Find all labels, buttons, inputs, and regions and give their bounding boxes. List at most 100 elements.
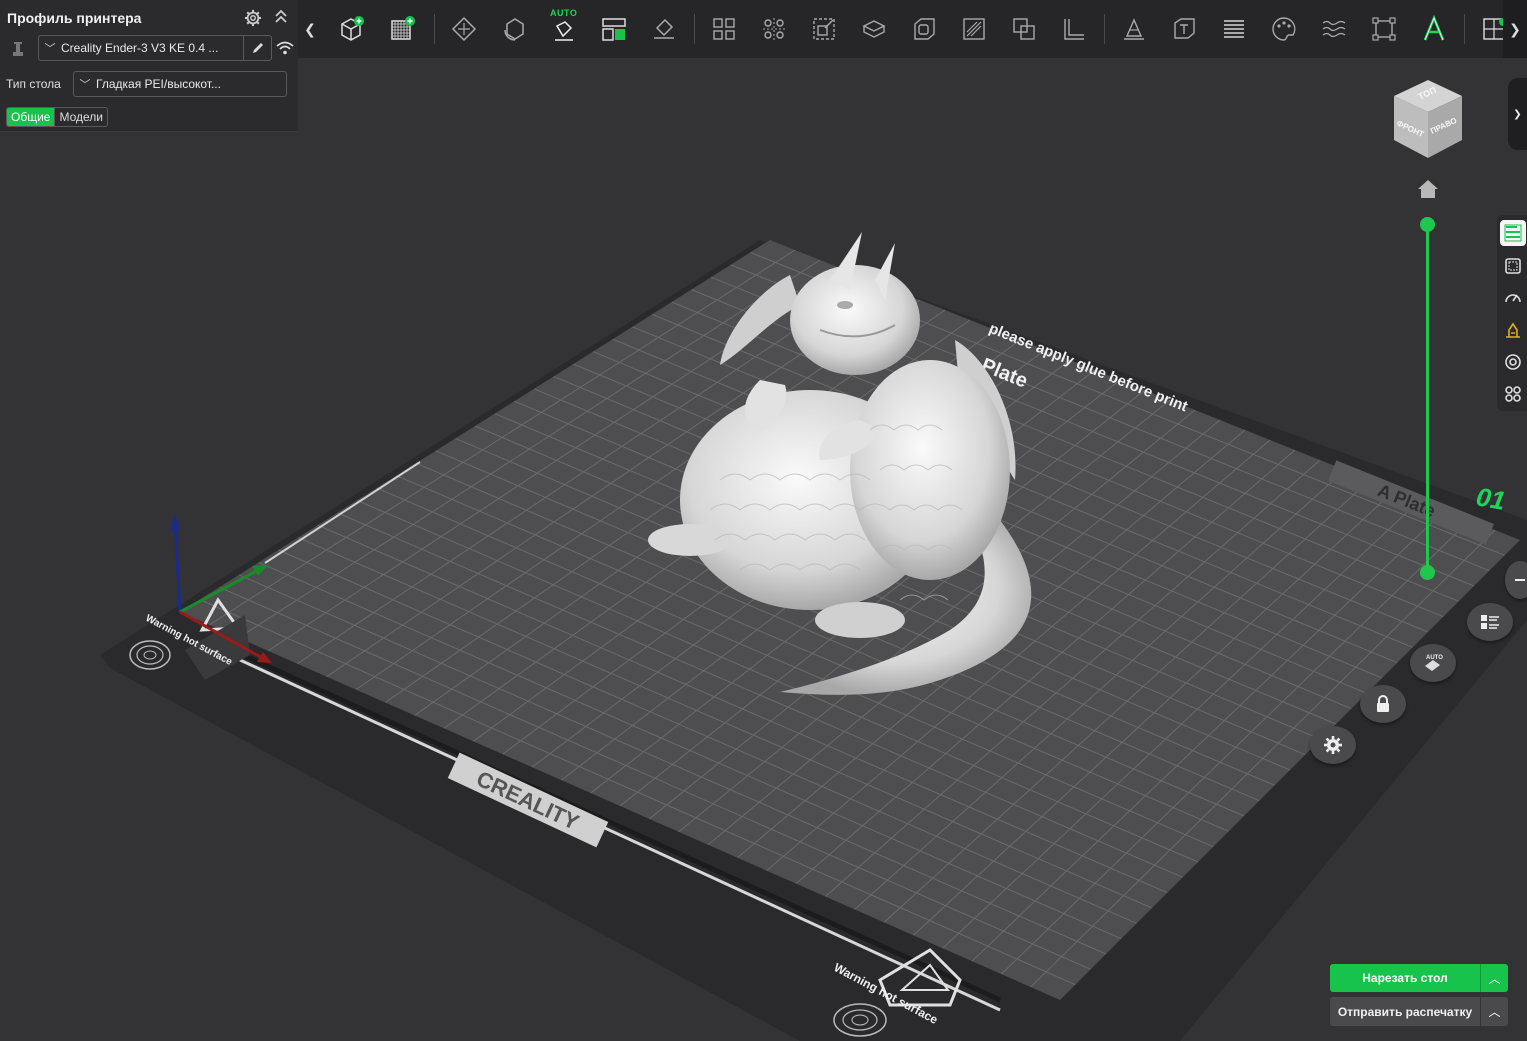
drill-icon [963,18,985,40]
send-print-button[interactable]: Отправить распечатку ︿ [1330,997,1508,1026]
distribute-icon [763,18,785,40]
top-toolbar: ❮ AUTO ❯ [298,0,1527,58]
boolean-icon [1013,18,1035,40]
support-panel-button[interactable] [1500,317,1526,343]
hollow-icon [914,18,935,40]
list-icon [1481,615,1499,629]
objects-panel-button[interactable] [1500,220,1526,246]
command-icon [1505,386,1521,402]
chevron-up-icon[interactable]: ︿ [1480,997,1508,1026]
3d-viewport[interactable]: CREALITY please apply glue before print … [0,58,1527,1041]
build-plate-scene[interactable]: CREALITY please apply glue before print … [0,58,1527,1041]
split-view-button[interactable] [594,9,634,49]
plate-lock-button[interactable] [1360,685,1406,723]
orient-icon [451,16,477,42]
cut-button[interactable] [1364,9,1404,49]
side-panel-toggle-button[interactable]: ❯ [1508,78,1527,150]
arrange-icon [504,18,524,41]
auto-orient-button[interactable]: AUTO [544,8,584,49]
variable-layer-icon [1224,20,1244,38]
toolbar-separator [1464,14,1465,44]
view-cube[interactable]: ТОП ФРОНТ ПРАВО [1390,78,1466,160]
measure-button[interactable] [1054,9,1094,49]
toolbar-separator [694,14,695,44]
seam-button[interactable] [1114,9,1154,49]
measure-icon [1064,19,1084,40]
text-icon [1423,14,1445,41]
orient-button[interactable] [444,9,484,49]
paint-icon [1272,17,1296,41]
chevron-up-icon[interactable]: ︿ [1480,964,1508,992]
pencil-icon [252,43,263,53]
layout-grid-button[interactable] [704,9,744,49]
lay-on-face-button[interactable] [644,9,684,49]
support-tree-icon [1506,322,1520,338]
add-plate-button[interactable] [382,9,422,49]
lay-on-face-icon [654,18,674,39]
toolbar-scroll-right-button[interactable]: ❯ [1503,0,1527,58]
plate-list-button[interactable] [1467,603,1513,641]
auto-badge: AUTO [1426,655,1443,661]
layer-slider-top-handle[interactable] [1420,217,1435,232]
scale-button[interactable] [804,9,844,49]
text-button[interactable] [1414,9,1454,49]
split-view-icon [602,18,626,41]
auto-arrange-icon: AUTO [1425,655,1443,671]
frame-icon [1505,258,1521,274]
auto-tag: AUTO [550,8,578,18]
hollow-button[interactable] [904,9,944,49]
plate-extra-button[interactable] [1505,561,1527,599]
variable-layer-button[interactable] [1214,9,1254,49]
lock-icon [1377,695,1389,712]
toolbar-scroll-left-button[interactable]: ❮ [298,0,322,58]
paint-button[interactable] [1264,9,1304,49]
support-button[interactable] [854,9,894,49]
settings-icon [1324,736,1342,754]
wifi-icon[interactable] [276,40,294,56]
slice-plate-button[interactable]: Нарезать стол ︿ [1330,964,1508,992]
text-emboss-icon [1174,18,1195,39]
printer-name: Creality Ender-3 V3 KE 0.4 ... [61,41,219,55]
gear-icon[interactable] [244,9,262,27]
plate-auto-arrange-button[interactable]: AUTO [1410,644,1456,682]
add-plate-icon [391,16,415,40]
filament-panel-button[interactable] [1500,349,1526,375]
arrange-button[interactable] [494,9,534,49]
collapse-up-icon[interactable] [273,8,289,26]
edit-printer-button[interactable] [243,36,271,60]
layer-slider-track[interactable] [1426,224,1429,573]
objects-list-icon [1504,224,1522,242]
spool-icon [1505,354,1521,370]
panel-title: Профиль принтера [7,10,142,26]
minus-icon [1515,579,1525,581]
fuzzy-skin-icon [1322,20,1346,38]
home-icon[interactable] [1417,179,1439,199]
seam-icon [1124,18,1144,40]
cut-icon [1372,17,1396,41]
boolean-button[interactable] [1004,9,1044,49]
plate-number: 01 [1474,481,1508,516]
plate-settings-button[interactable] [1310,726,1356,764]
chevron-down-icon: ﹀ [44,43,56,55]
add-object-icon [341,16,364,41]
drill-button[interactable] [954,9,994,49]
distribute-button[interactable] [754,9,794,49]
slice-label: Нарезать стол [1362,971,1448,985]
right-toolbar [1497,215,1527,411]
toolbar-separator [434,14,435,44]
layer-slider-bottom-handle[interactable] [1420,565,1435,580]
speed-panel-button[interactable] [1500,285,1526,311]
send-label: Отправить распечатку [1337,1004,1473,1019]
printer-icon [13,42,23,56]
speedometer-icon [1505,294,1521,303]
toolbar-separator [1104,14,1105,44]
fuzzy-skin-button[interactable] [1314,9,1354,49]
add-object-button[interactable] [332,9,372,49]
preview-panel-button[interactable] [1500,253,1526,279]
support-icon [862,20,886,38]
scale-icon [813,18,835,40]
plugin-panel-button[interactable] [1500,381,1526,407]
auto-orient-icon [555,21,573,41]
layout-grid-icon [713,18,735,40]
text-emboss-button[interactable] [1164,9,1204,49]
